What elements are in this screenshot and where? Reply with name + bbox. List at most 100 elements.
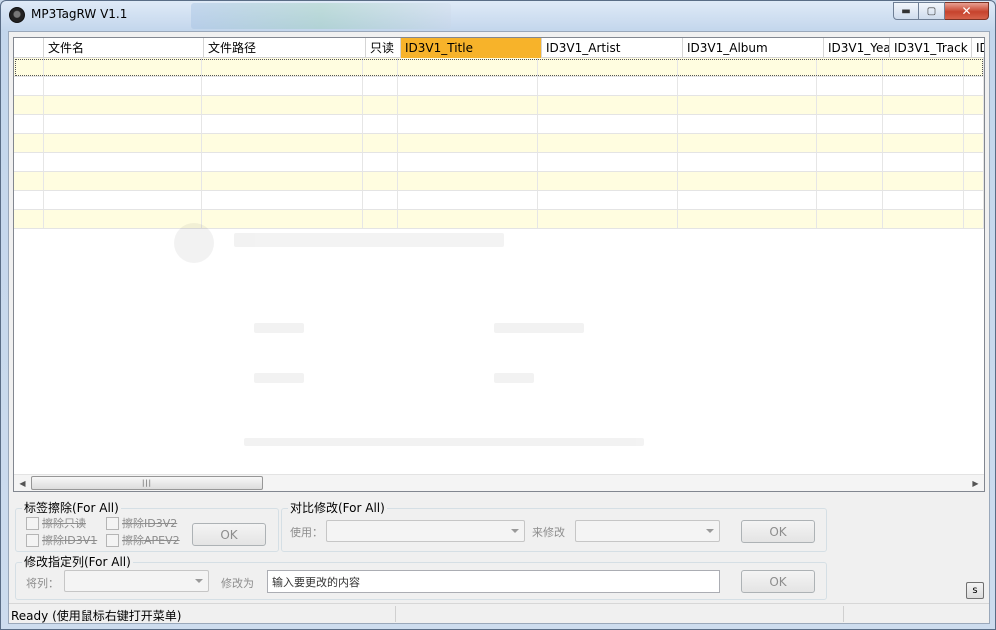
table-cell[interactable] (44, 115, 203, 133)
table-cell[interactable] (398, 77, 538, 95)
table-cell[interactable] (202, 77, 364, 95)
table-cell[interactable] (678, 96, 818, 114)
table-cell[interactable] (14, 172, 44, 190)
table-cell[interactable] (363, 153, 398, 171)
table-cell[interactable] (883, 96, 965, 114)
table-row[interactable] (14, 115, 984, 134)
table-cell[interactable] (678, 134, 818, 152)
table-cell[interactable] (538, 134, 678, 152)
table-cell[interactable] (883, 153, 965, 171)
table-cell[interactable] (202, 153, 364, 171)
table-cell[interactable] (883, 58, 965, 76)
table-cell[interactable] (538, 153, 678, 171)
table-cell[interactable] (44, 172, 203, 190)
new-value-input[interactable]: 输入要更改的内容 (267, 570, 720, 593)
table-row[interactable] (14, 58, 984, 77)
table-cell[interactable] (964, 115, 984, 133)
table-cell[interactable] (678, 191, 818, 209)
table-cell[interactable] (44, 191, 203, 209)
table-cell[interactable] (398, 191, 538, 209)
table-cell[interactable] (678, 58, 818, 76)
table-cell[interactable] (202, 96, 364, 114)
table-cell[interactable] (817, 115, 883, 133)
table-row[interactable] (14, 191, 984, 210)
clear-apev2-checkbox[interactable]: 擦除APEV2 (106, 532, 180, 548)
table-cell[interactable] (538, 210, 678, 228)
header-col-id[interactable]: ID (972, 38, 984, 58)
table-cell[interactable] (363, 210, 398, 228)
use-column-select[interactable] (326, 520, 525, 542)
table-cell[interactable] (883, 77, 965, 95)
table-cell[interactable] (202, 115, 364, 133)
table-cell[interactable] (202, 58, 364, 76)
table-cell[interactable] (14, 115, 44, 133)
table-cell[interactable] (817, 172, 883, 190)
scroll-thumb[interactable]: ||| (31, 476, 263, 490)
table-cell[interactable] (398, 153, 538, 171)
table-cell[interactable] (14, 58, 44, 76)
header-col-filename[interactable]: 文件名 (44, 38, 204, 58)
table-cell[interactable] (678, 115, 818, 133)
table-cell[interactable] (363, 172, 398, 190)
horizontal-scrollbar[interactable]: ◀ ||| ▶ (14, 474, 984, 491)
table-cell[interactable] (14, 210, 44, 228)
table-cell[interactable] (817, 58, 883, 76)
table-row[interactable] (14, 96, 984, 115)
table-cell[interactable] (883, 210, 965, 228)
table-cell[interactable] (44, 153, 203, 171)
table-cell[interactable] (817, 134, 883, 152)
table-cell[interactable] (964, 58, 984, 76)
clear-id3v2-checkbox[interactable]: 擦除ID3V2 (106, 515, 177, 531)
column-select[interactable] (64, 570, 209, 592)
table-cell[interactable] (202, 210, 364, 228)
compare-edit-ok-button[interactable]: OK (741, 520, 815, 543)
table-cell[interactable] (883, 115, 965, 133)
table-cell[interactable] (363, 191, 398, 209)
header-col-id3v1-year[interactable]: ID3V1_Year (824, 38, 890, 58)
header-col-id3v1-artist[interactable]: ID3V1_Artist (542, 38, 683, 58)
title-bar[interactable]: MP3TagRW V1.1 ▬ ▢ ✕ (1, 1, 995, 31)
table-row[interactable] (14, 77, 984, 96)
scroll-right-icon[interactable]: ▶ (967, 475, 984, 491)
table-cell[interactable] (538, 191, 678, 209)
header-col-row-header[interactable] (14, 38, 44, 58)
header-col-id3v1-album[interactable]: ID3V1_Album (683, 38, 824, 58)
table-cell[interactable] (964, 172, 984, 190)
table-cell[interactable] (817, 96, 883, 114)
table-cell[interactable] (817, 77, 883, 95)
minimize-button[interactable]: ▬ (893, 2, 919, 20)
table-cell[interactable] (883, 134, 965, 152)
table-cell[interactable] (964, 210, 984, 228)
table-cell[interactable] (538, 172, 678, 190)
table-cell[interactable] (14, 77, 44, 95)
maximize-button[interactable]: ▢ (919, 2, 945, 20)
table-cell[interactable] (363, 58, 398, 76)
table-cell[interactable] (964, 153, 984, 171)
table-cell[interactable] (44, 58, 203, 76)
table-cell[interactable] (14, 191, 44, 209)
table-cell[interactable] (44, 96, 203, 114)
table-cell[interactable] (363, 96, 398, 114)
table-row[interactable] (14, 134, 984, 153)
column-edit-ok-button[interactable]: OK (741, 570, 815, 593)
header-col-readonly[interactable]: 只读 (366, 38, 401, 58)
table-cell[interactable] (202, 134, 364, 152)
header-col-id3v1-title[interactable]: ID3V1_Title (401, 38, 542, 58)
s-button[interactable]: s (966, 582, 984, 599)
table-cell[interactable] (817, 153, 883, 171)
table-cell[interactable] (964, 77, 984, 95)
table-cell[interactable] (964, 96, 984, 114)
table-cell[interactable] (398, 210, 538, 228)
table-cell[interactable] (398, 172, 538, 190)
table-cell[interactable] (398, 96, 538, 114)
table-cell[interactable] (678, 153, 818, 171)
table-row[interactable] (14, 210, 984, 229)
clear-readonly-checkbox[interactable]: 擦除只读 (26, 515, 86, 531)
table-cell[interactable] (538, 115, 678, 133)
table-cell[interactable] (363, 134, 398, 152)
table-cell[interactable] (678, 172, 818, 190)
table-cell[interactable] (678, 77, 818, 95)
table-row[interactable] (14, 153, 984, 172)
table-cell[interactable] (538, 58, 678, 76)
table-cell[interactable] (363, 115, 398, 133)
